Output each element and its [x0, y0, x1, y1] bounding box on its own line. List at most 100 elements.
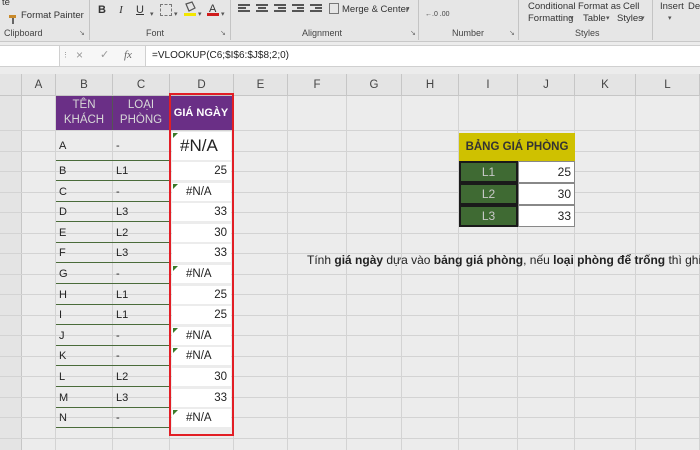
table-row-name[interactable]: L [56, 367, 113, 387]
table-row-room[interactable]: - [113, 264, 170, 284]
price-code-cell[interactable]: L3 [459, 205, 518, 227]
decrease-indent-icon[interactable] [292, 4, 304, 14]
table-row-room[interactable]: - [113, 131, 170, 161]
merge-dropdown-icon[interactable]: ▾ [406, 5, 410, 13]
bold-button[interactable]: B [95, 3, 109, 17]
increase-indent-icon[interactable] [310, 4, 322, 14]
header-customer-line1: TÊN [72, 99, 96, 111]
underline-dropdown-icon[interactable]: ▾ [150, 10, 154, 18]
table-row-name[interactable]: N [56, 408, 113, 428]
price-value-cell[interactable]: 33 [518, 205, 575, 227]
dialog-launcher-icon[interactable]: ↘ [79, 29, 85, 37]
price-code-cell[interactable]: L2 [459, 183, 518, 205]
font-color-dropdown-icon[interactable]: ▾ [221, 10, 225, 18]
table-row-room[interactable]: - [113, 182, 170, 202]
borders-icon[interactable] [160, 4, 172, 16]
table-row-name[interactable]: D [56, 202, 113, 222]
note-text-4: thì ghi là [668, 253, 700, 267]
conditional-formatting-line2[interactable]: Formatting [528, 13, 573, 24]
merge-center-icon[interactable] [329, 3, 339, 14]
font-color-icon[interactable]: A [206, 1, 220, 17]
conditional-formatting-line1[interactable]: Conditional [528, 1, 576, 12]
cell-styles-line2[interactable]: Styles [617, 13, 643, 24]
cell-styles-line1[interactable]: Cell [623, 1, 639, 12]
formula-bar: ⋮ × ✓ fx =VLOOKUP(C6;$I$6:$J$8;2;0) [0, 45, 700, 67]
alignment-dialog-launcher-icon[interactable]: ↘ [410, 29, 416, 37]
table-row-room[interactable]: L1 [113, 161, 170, 181]
insert-function-icon[interactable]: fx [124, 49, 132, 61]
format-as-table-line1[interactable]: Format as [578, 1, 621, 12]
name-box-more-icon[interactable]: ⋮ [62, 51, 69, 59]
table-row-room[interactable]: - [113, 326, 170, 346]
table-row-room[interactable]: L1 [113, 285, 170, 305]
format-painter-button[interactable]: Format Painter [21, 10, 84, 21]
column-header-l[interactable]: L [636, 74, 700, 96]
column-header-f[interactable]: F [288, 74, 347, 96]
price-value-cell[interactable]: 25 [518, 161, 575, 183]
table-row-name[interactable]: A [56, 131, 113, 161]
table-row-room[interactable]: L1 [113, 305, 170, 325]
table-row-name[interactable]: M [56, 388, 113, 408]
format-table-dropdown-icon[interactable]: ▾ [606, 14, 610, 22]
note-bold-2: bảng giá phòng [433, 253, 524, 267]
insert-dropdown-icon[interactable]: ▾ [668, 14, 672, 22]
insert-button[interactable]: Insert [660, 1, 684, 12]
conditional-dropdown-icon[interactable]: ▾ [570, 14, 574, 22]
header-customer-name[interactable]: TÊN KHÁCH [56, 96, 113, 130]
delete-button[interactable]: De [688, 1, 700, 12]
table-row-name[interactable]: G [56, 264, 113, 284]
number-dialog-launcher-icon[interactable]: ↘ [509, 29, 515, 37]
price-table-title[interactable]: BẢNG GIÁ PHÒNG [459, 133, 575, 161]
header-room-line2: PHÒNG [119, 114, 163, 126]
table-row-name[interactable]: H [56, 285, 113, 305]
column-header-k[interactable]: K [575, 74, 636, 96]
table-row-name[interactable]: J [56, 326, 113, 346]
note-bold-1: giá ngày [334, 253, 384, 267]
clipboard-group-label: Clipboard [4, 28, 43, 38]
table-row-name[interactable]: K [56, 346, 113, 366]
column-header-i[interactable]: I [459, 74, 518, 96]
table-row-name[interactable]: E [56, 223, 113, 243]
merge-center-button[interactable]: Merge & Center [342, 4, 409, 15]
column-header-j[interactable]: J [518, 74, 575, 96]
italic-button[interactable]: I [114, 3, 128, 17]
format-as-table-line2[interactable]: Table [583, 13, 606, 24]
table-row-room[interactable]: - [113, 346, 170, 366]
table-row-room[interactable]: L2 [113, 367, 170, 387]
column-header-a[interactable]: A [22, 74, 56, 96]
price-value-cell[interactable]: 30 [518, 183, 575, 205]
header-room-type[interactable]: LOẠI PHÒNG [113, 96, 170, 130]
fill-color-icon[interactable] [183, 1, 197, 17]
column-header-h[interactable]: H [402, 74, 459, 96]
enter-icon[interactable]: ✓ [100, 48, 109, 61]
align-center-icon[interactable] [256, 4, 268, 14]
align-right-icon[interactable] [274, 4, 286, 14]
price-code-cell[interactable]: L1 [459, 161, 518, 183]
column-header-c[interactable]: C [113, 74, 170, 96]
font-dialog-launcher-icon[interactable]: ↘ [220, 29, 226, 37]
column-header-e[interactable]: E [234, 74, 288, 96]
table-row-room[interactable]: L3 [113, 243, 170, 263]
table-row-room[interactable]: L2 [113, 223, 170, 243]
underline-button[interactable]: U [133, 3, 147, 17]
cell-styles-dropdown-icon[interactable]: ▾ [641, 14, 645, 22]
paste-button[interactable]: te [2, 0, 10, 8]
cancel-icon[interactable]: × [76, 48, 83, 62]
fill-dropdown-icon[interactable]: ▾ [198, 10, 202, 18]
table-row-name[interactable]: I [56, 305, 113, 325]
table-row-room[interactable]: - [113, 408, 170, 428]
table-row-room[interactable]: L3 [113, 388, 170, 408]
decimal-buttons-icon[interactable]: ←.0 .00 [425, 4, 455, 18]
table-row-name[interactable]: C [56, 182, 113, 202]
align-left-icon[interactable] [238, 4, 250, 14]
formula-input[interactable]: =VLOOKUP(C6;$I$6:$J$8;2;0) [145, 46, 700, 66]
borders-dropdown-icon[interactable]: ▾ [174, 10, 178, 18]
note-text-1: Tính [307, 253, 335, 267]
column-header-b[interactable]: B [56, 74, 113, 96]
table-row-name[interactable]: F [56, 243, 113, 263]
column-header-g[interactable]: G [347, 74, 402, 96]
table-row-name[interactable]: B [56, 161, 113, 181]
table-row-room[interactable]: L3 [113, 202, 170, 222]
name-box[interactable] [0, 46, 60, 66]
select-all-corner[interactable] [0, 74, 22, 96]
